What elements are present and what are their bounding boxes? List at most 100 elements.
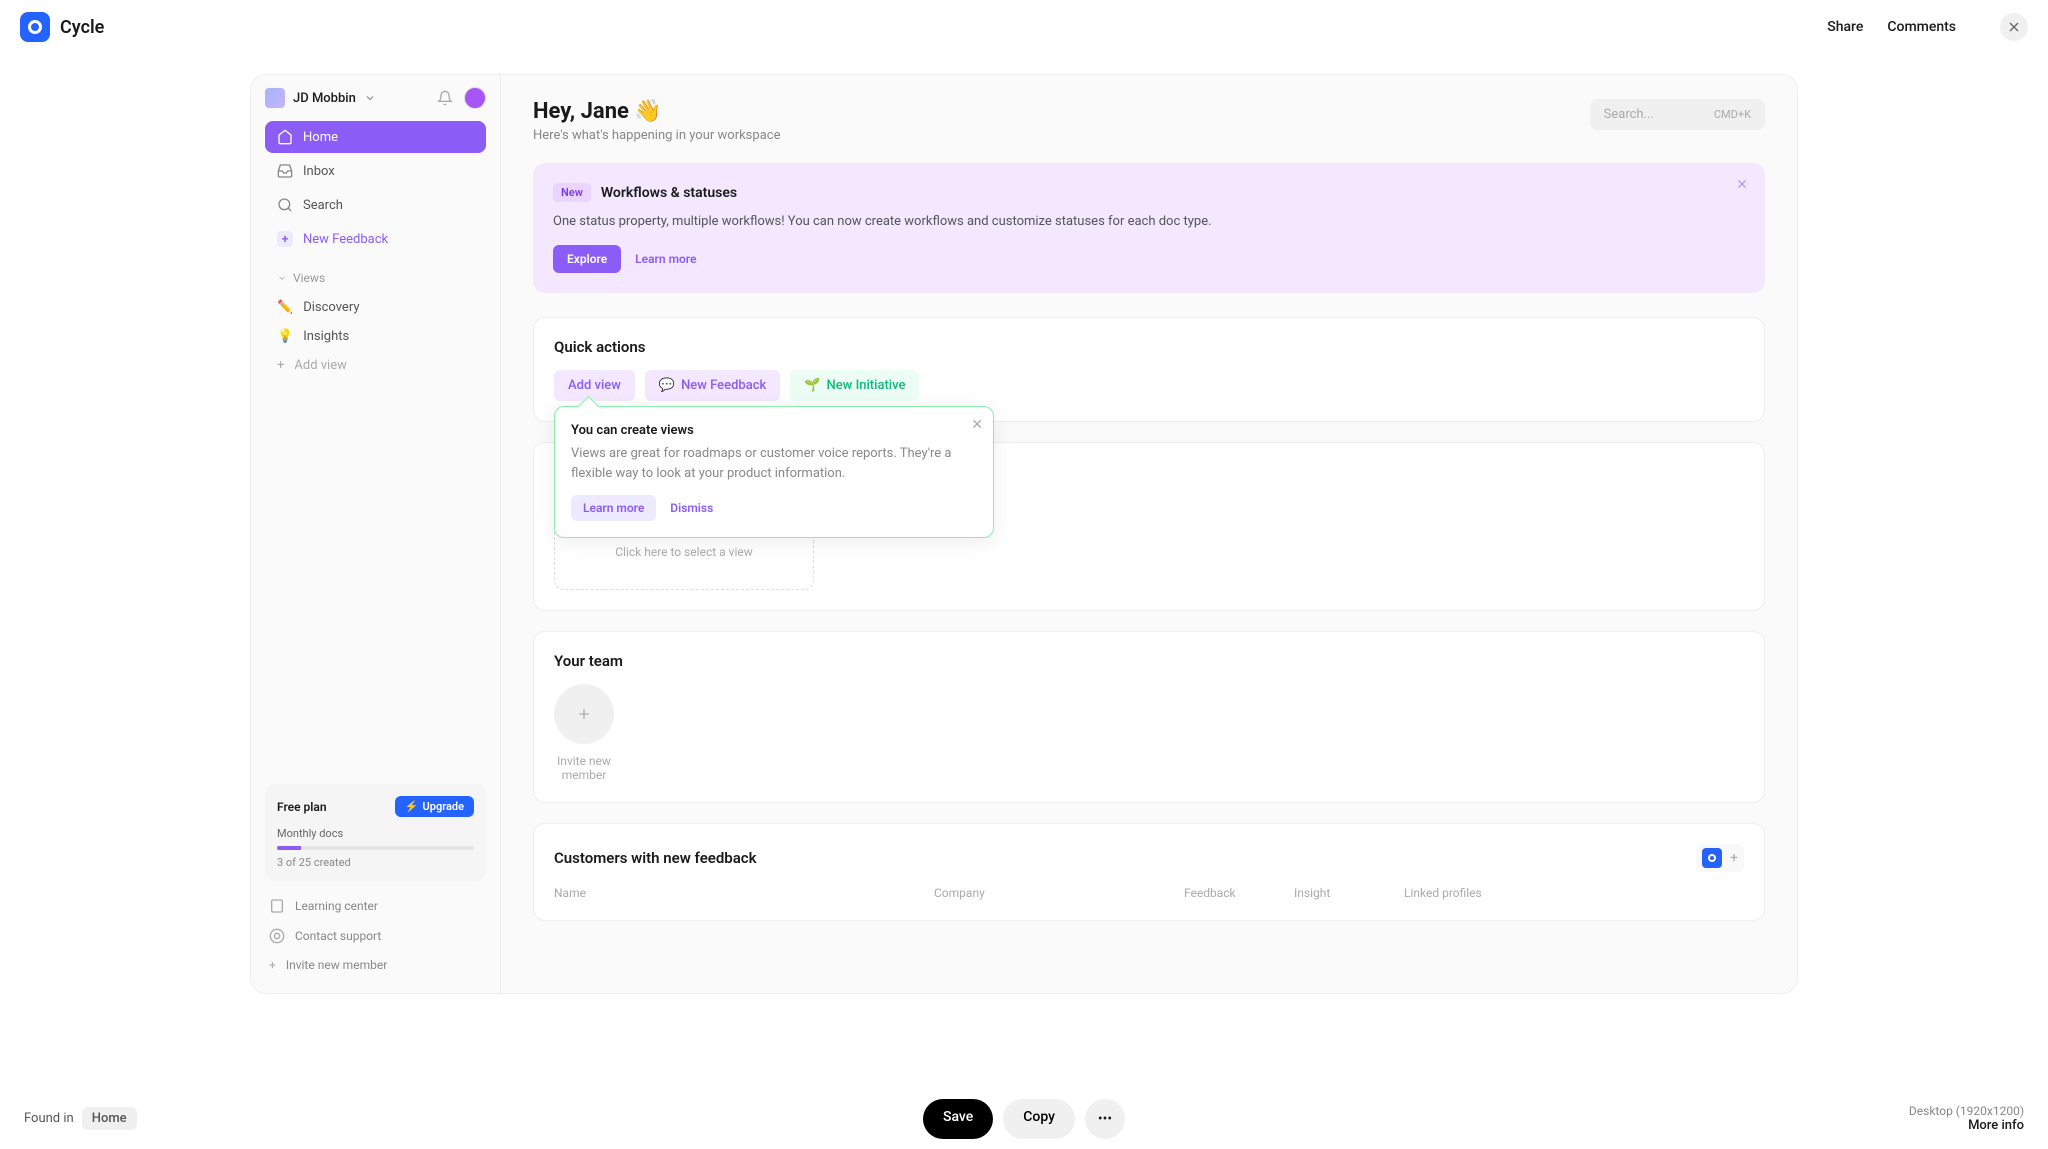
starred-sub: Click here to select a view [575, 545, 793, 559]
workspace-avatar [265, 88, 285, 108]
nav-new-feedback[interactable]: + New Feedback [265, 223, 486, 255]
tooltip-learn-button[interactable]: Learn more [571, 495, 656, 521]
contact-support-link[interactable]: Contact support [265, 921, 486, 951]
tooltip-dismiss-button[interactable]: Dismiss [670, 501, 713, 515]
main-content: Hey, Jane 👋 Here's what's happening in y… [501, 75, 1797, 993]
section-title: Customers with new feedback [554, 849, 757, 867]
nav-label: New Feedback [303, 232, 388, 247]
add-view-button[interactable]: Add view [554, 370, 635, 401]
new-badge: New [553, 183, 591, 202]
user-avatar[interactable] [464, 87, 486, 109]
book-icon [269, 898, 285, 914]
close-icon [1735, 177, 1749, 191]
banner-close-button[interactable] [1735, 177, 1749, 195]
add-view-label: Add view [294, 358, 347, 373]
col-linked: Linked profiles [1404, 886, 1744, 900]
customers-header: Customers with new feedback + [554, 844, 1744, 872]
save-button[interactable]: Save [923, 1099, 993, 1139]
invite-member-button[interactable] [554, 684, 614, 744]
found-in-tag[interactable]: Home [82, 1107, 137, 1130]
share-button[interactable]: Share [1827, 19, 1863, 35]
subtitle: Here's what's happening in your workspac… [533, 128, 780, 143]
customers-actions: + [1696, 844, 1744, 872]
search-placeholder: Search... [1604, 107, 1654, 122]
footer-label: Invite new member [286, 958, 387, 972]
new-initiative-button[interactable]: 🌱 New Initiative [790, 370, 919, 401]
add-integration-button[interactable]: + [1730, 850, 1738, 866]
cycle-logo-icon[interactable] [1702, 848, 1722, 868]
sidebar-top: JD Mobbin Home Inbox [251, 75, 500, 392]
table-header: Name Company Feedback Insight Linked pro… [554, 886, 1744, 900]
quick-actions-section: Quick actions Add view 💬 New Feedback 🌱 … [533, 317, 1765, 422]
view-insights[interactable]: 💡 Insights [265, 322, 486, 351]
plan-label: Free plan [277, 800, 327, 814]
bell-icon [437, 90, 453, 106]
search-icon [277, 197, 293, 213]
plus-icon: + [269, 958, 276, 972]
workspace-name: JD Mobbin [293, 91, 356, 106]
bulb-icon: 💡 [277, 329, 293, 344]
search-input[interactable]: Search... CMD+K [1590, 99, 1765, 130]
brand: Cycle [20, 12, 104, 42]
found-in: Found in Home [24, 1107, 137, 1130]
copy-button[interactable]: Copy [1003, 1099, 1075, 1139]
new-feedback-button[interactable]: 💬 New Feedback [645, 370, 780, 401]
greeting: Hey, Jane 👋 [533, 99, 780, 124]
learning-center-link[interactable]: Learning center [265, 891, 486, 921]
comments-button[interactable]: Comments [1887, 19, 1956, 35]
notifications-button[interactable] [436, 89, 454, 107]
docs-label: Monthly docs [277, 827, 474, 840]
tooltip-close-button[interactable]: ✕ [971, 417, 983, 433]
plan-card: Free plan ⚡ Upgrade Monthly docs 3 of 25… [265, 784, 486, 881]
footer-label: Learning center [295, 899, 378, 913]
announcement-banner: New Workflows & statuses One status prop… [533, 163, 1765, 293]
found-in-label: Found in [24, 1111, 74, 1126]
footer-label: Contact support [295, 929, 381, 943]
docs-progress [277, 846, 474, 850]
caret-down-icon [277, 273, 287, 283]
chat-icon: 💬 [659, 378, 675, 393]
plan-row: Free plan ⚡ Upgrade [277, 796, 474, 817]
upgrade-button[interactable]: ⚡ Upgrade [395, 796, 474, 817]
home-icon [277, 129, 293, 145]
sprout-icon: 🌱 [804, 378, 820, 393]
plus-icon [576, 706, 592, 722]
add-view-button[interactable]: + Add view [265, 351, 486, 380]
section-title: Quick actions [554, 338, 1744, 356]
view-discovery[interactable]: ✏️ Discovery [265, 293, 486, 322]
app-frame: JD Mobbin Home Inbox [250, 74, 1798, 994]
explore-button[interactable]: Explore [553, 245, 621, 273]
invite-member-link[interactable]: + Invite new member [265, 951, 486, 979]
bottom-bar: Found in Home Save Copy ••• Desktop (192… [0, 1088, 2048, 1149]
sidebar-bottom: Free plan ⚡ Upgrade Monthly docs 3 of 25… [251, 770, 500, 993]
tooltip-title: You can create views [571, 423, 977, 438]
nav-label: Home [303, 130, 338, 145]
customers-section: Customers with new feedback + Name Compa… [533, 823, 1765, 921]
onboarding-tooltip: ✕ You can create views Views are great f… [554, 406, 994, 538]
more-button[interactable]: ••• [1085, 1099, 1125, 1139]
workspace-switcher[interactable]: JD Mobbin [265, 88, 376, 108]
learn-more-link[interactable]: Learn more [635, 252, 696, 266]
plus-icon: + [277, 231, 293, 247]
banner-head: New Workflows & statuses [553, 183, 1745, 202]
nav-inbox[interactable]: Inbox [265, 155, 486, 187]
close-icon [2006, 19, 2022, 35]
nav-home[interactable]: Home [265, 121, 486, 153]
col-name: Name [554, 886, 934, 900]
chevron-down-icon [364, 92, 376, 104]
close-button[interactable] [2000, 13, 2028, 41]
views-section-toggle[interactable]: Views [265, 263, 486, 293]
more-info-link[interactable]: More info [1909, 1118, 2024, 1133]
nav-label: Search [303, 198, 343, 213]
team-row: Invite new member [554, 684, 1744, 782]
view-label: Discovery [303, 300, 359, 315]
workspace-row: JD Mobbin [265, 87, 486, 109]
nav-search[interactable]: Search [265, 189, 486, 221]
banner-body: One status property, multiple workflows!… [553, 214, 1745, 229]
banner-actions: Explore Learn more [553, 245, 1745, 273]
topbar-actions: Share Comments [1827, 13, 2028, 41]
banner-title: Workflows & statuses [601, 185, 737, 201]
quick-actions-row: Add view 💬 New Feedback 🌱 New Initiative… [554, 370, 1744, 401]
qa-label: New Feedback [681, 378, 766, 393]
inbox-icon [277, 163, 293, 179]
